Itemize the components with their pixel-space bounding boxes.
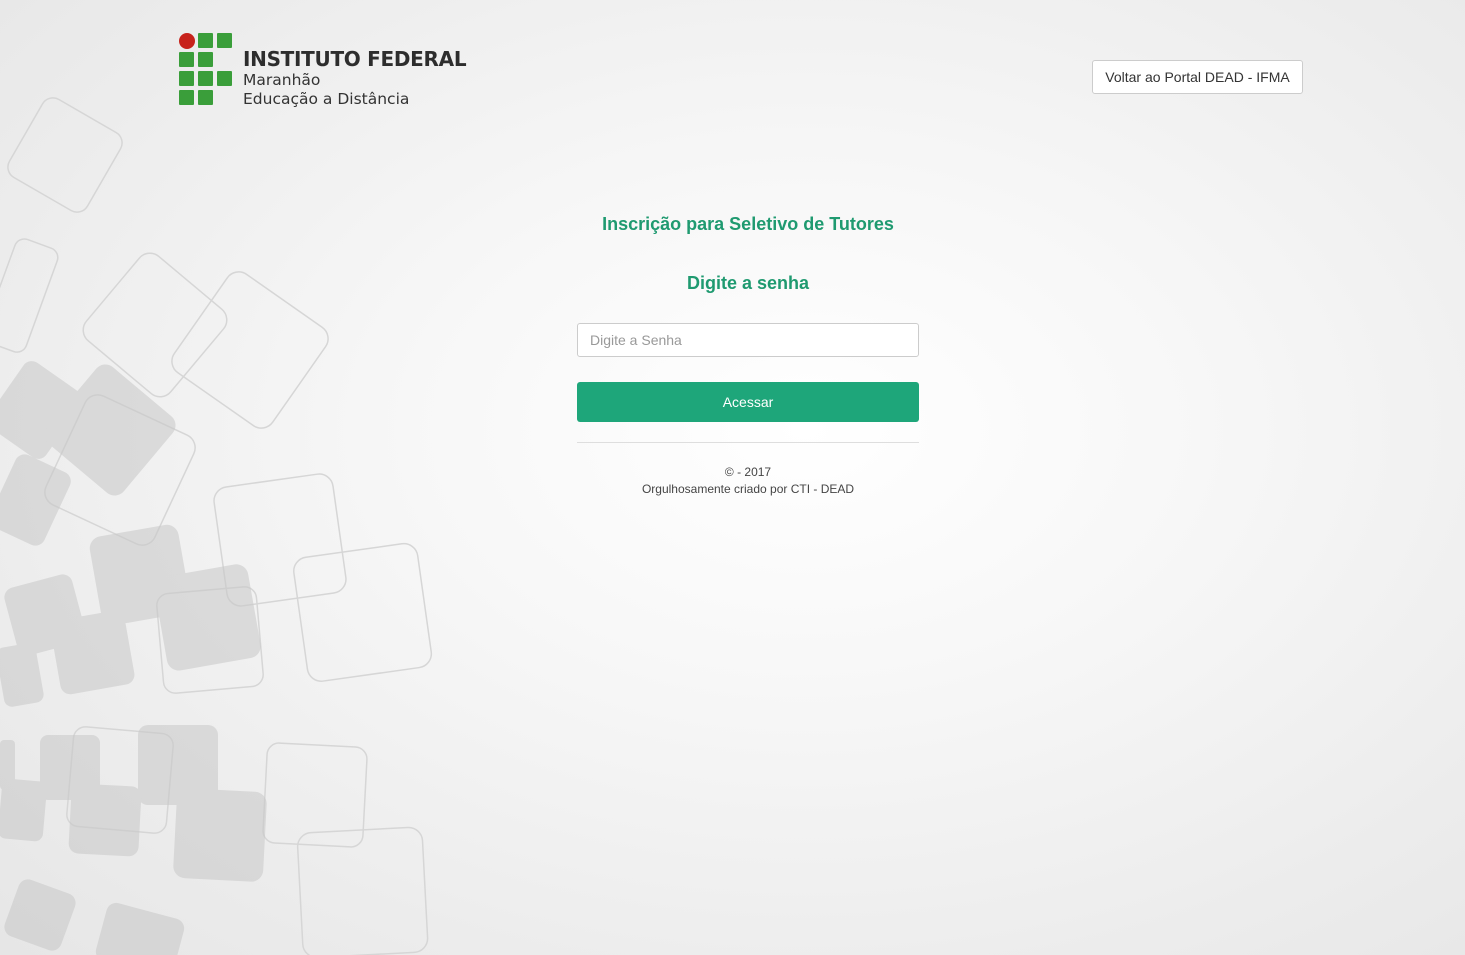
logo-line-2: Educação a Distância xyxy=(243,90,410,108)
institution-logo: INSTITUTO FEDERAL Maranhão Educação a Di… xyxy=(179,33,467,109)
password-input[interactable] xyxy=(577,323,919,357)
logo-title: INSTITUTO FEDERAL xyxy=(243,47,467,71)
divider xyxy=(577,442,919,443)
login-form: Inscrição para Seletivo de Tutores Digit… xyxy=(577,210,919,498)
page-title: Inscrição para Seletivo de Tutores xyxy=(602,214,894,234)
footer-copyright: © - 2017 xyxy=(724,465,772,479)
form-subtitle: Digite a senha xyxy=(686,273,810,293)
background-pattern xyxy=(0,97,433,955)
footer: © - 2017 Orgulhosamente criado por CTI -… xyxy=(577,464,919,498)
logo-line-1: Maranhão xyxy=(243,71,321,89)
access-button[interactable]: Acessar xyxy=(577,382,919,422)
logo-mark-icon xyxy=(179,33,235,105)
back-to-portal-button[interactable]: Voltar ao Portal DEAD - IFMA xyxy=(1092,60,1303,94)
footer-credit: Orgulhosamente criado por CTI - DEAD xyxy=(641,482,855,496)
